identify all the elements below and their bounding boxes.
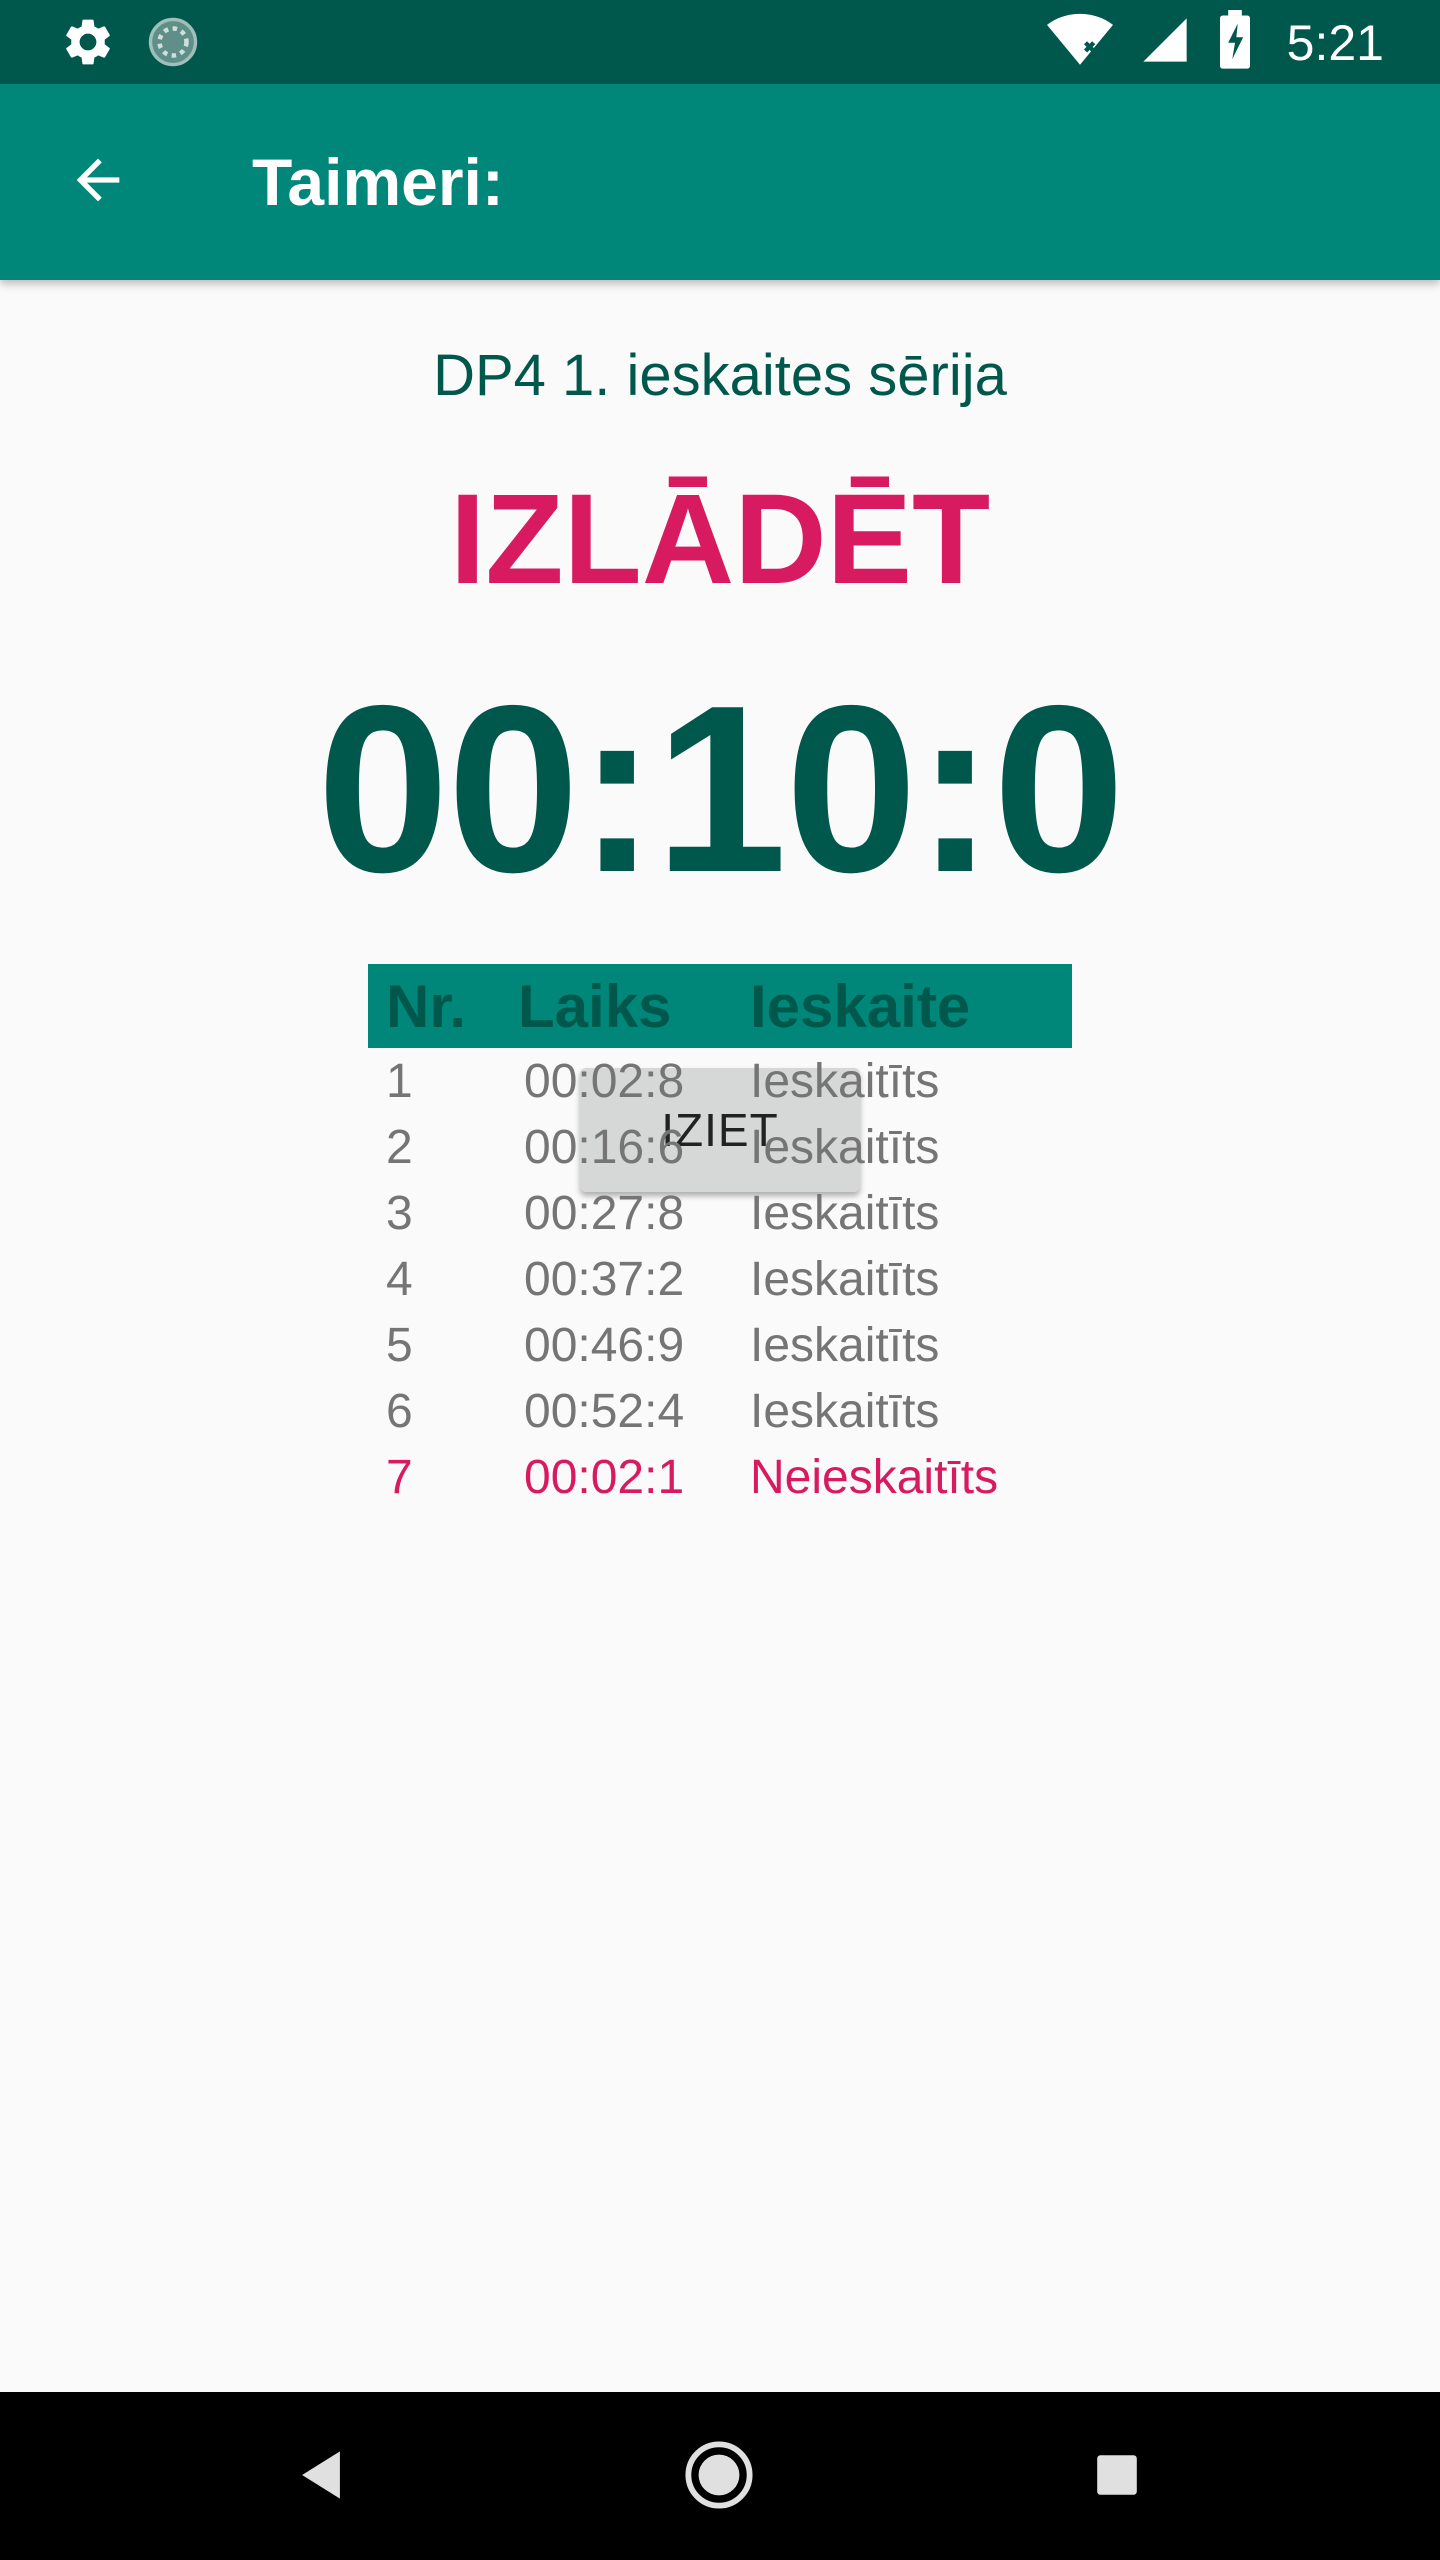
row-time: 00:27:8 bbox=[524, 1186, 685, 1240]
row-time: 00:16:6 bbox=[524, 1120, 685, 1174]
table-row: 1 00:02:8 Ieskaitīts bbox=[368, 1048, 1072, 1114]
signal-icon bbox=[1139, 14, 1191, 71]
row-time: 00:37:2 bbox=[524, 1252, 685, 1306]
home-circle-icon bbox=[684, 2440, 754, 2515]
row-time: 00:52:4 bbox=[524, 1384, 685, 1438]
nav-back-button[interactable] bbox=[278, 2434, 364, 2520]
nav-recents-button[interactable] bbox=[1074, 2434, 1160, 2520]
row-time: 00:02:8 bbox=[524, 1054, 685, 1108]
app-bar-title: Taimeri: bbox=[252, 145, 504, 219]
row-result: Neieskaitīts bbox=[750, 1450, 999, 1504]
settings-icon bbox=[60, 14, 116, 75]
state-label: IZLĀDĒT bbox=[449, 468, 991, 611]
header-result: Ieskaite bbox=[750, 972, 971, 1040]
row-nr: 2 bbox=[386, 1120, 413, 1174]
wifi-icon bbox=[1046, 11, 1113, 74]
recents-square-icon bbox=[1095, 2453, 1139, 2502]
series-title: DP4 1. ieskaites sērija bbox=[433, 343, 1007, 408]
row-nr: 5 bbox=[386, 1318, 413, 1372]
status-bar-left bbox=[60, 14, 200, 75]
table-row: 6 00:52:4 Ieskaitīts bbox=[368, 1378, 1072, 1444]
status-bar-clock: 5:21 bbox=[1286, 14, 1384, 71]
navigation-bar bbox=[0, 2392, 1440, 2560]
header-nr: Nr. bbox=[386, 972, 467, 1040]
row-result: Ieskaitīts bbox=[750, 1318, 940, 1372]
row-result: Ieskaitīts bbox=[750, 1120, 940, 1174]
table-row: 2 00:16:6 Ieskaitīts bbox=[368, 1114, 1072, 1180]
row-nr: 3 bbox=[386, 1186, 413, 1240]
nav-home-button[interactable] bbox=[676, 2434, 762, 2520]
sync-icon bbox=[146, 15, 200, 74]
arrow-back-icon bbox=[66, 148, 130, 217]
row-nr: 7 bbox=[386, 1450, 413, 1504]
table-row: 4 00:37:2 Ieskaitīts bbox=[368, 1246, 1072, 1312]
table-row: 3 00:27:8 Ieskaitīts bbox=[368, 1180, 1072, 1246]
table-header: Nr. Laiks Ieskaite bbox=[368, 964, 1072, 1048]
app-bar: Taimeri: bbox=[0, 84, 1440, 280]
timer-display: 00:10:0 bbox=[316, 657, 1125, 922]
results-table: Nr. Laiks Ieskaite 1 00:02:8 Ieskaitīts … bbox=[368, 964, 1072, 1510]
back-button[interactable] bbox=[60, 144, 136, 220]
row-nr: 6 bbox=[386, 1384, 413, 1438]
row-time: 00:46:9 bbox=[524, 1318, 685, 1372]
row-nr: 1 bbox=[386, 1054, 413, 1108]
back-triangle-icon bbox=[297, 2449, 345, 2506]
row-nr: 4 bbox=[386, 1252, 413, 1306]
table-row-failed: 7 00:02:1 Neieskaitīts bbox=[368, 1444, 1072, 1510]
row-time: 00:02:1 bbox=[524, 1450, 685, 1504]
row-result: Ieskaitīts bbox=[750, 1054, 940, 1108]
header-time: Laiks bbox=[518, 972, 672, 1040]
row-result: Ieskaitīts bbox=[750, 1252, 940, 1306]
battery-charging-icon bbox=[1217, 10, 1253, 75]
status-bar-right: 5:21 bbox=[1046, 10, 1384, 75]
table-row: 5 00:46:9 Ieskaitīts bbox=[368, 1312, 1072, 1378]
row-result: Ieskaitīts bbox=[750, 1186, 940, 1240]
row-result: Ieskaitīts bbox=[750, 1384, 940, 1438]
status-bar: 5:21 bbox=[0, 0, 1440, 84]
